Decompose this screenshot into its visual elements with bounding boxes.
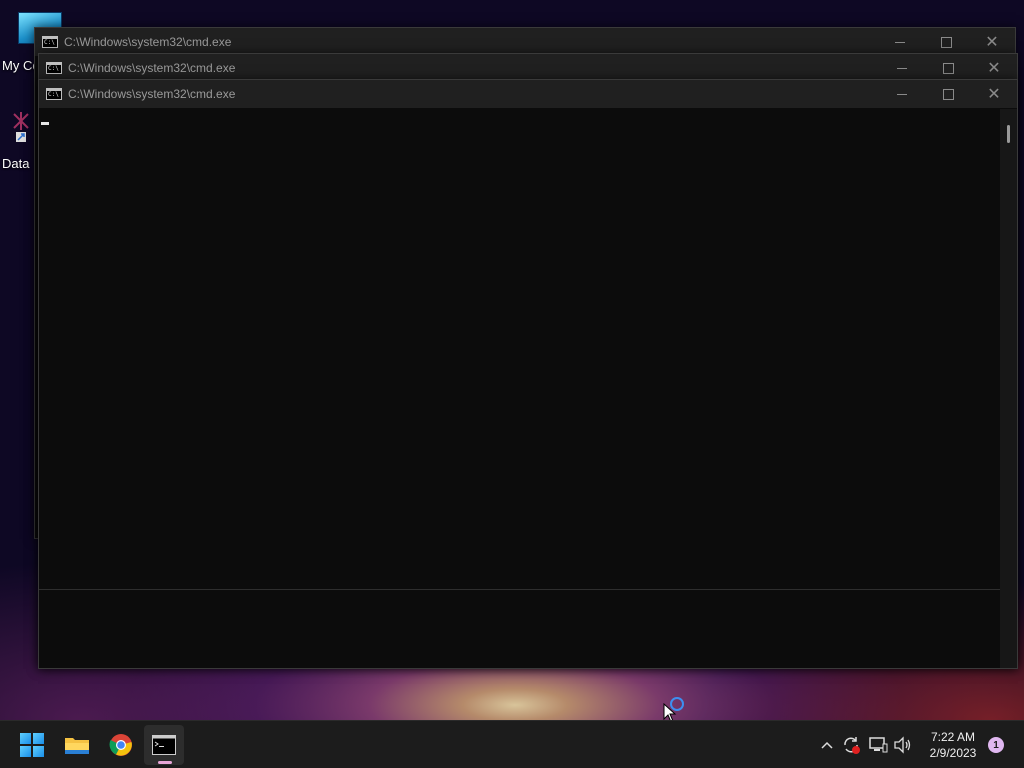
- taskbar-command-prompt[interactable]: [144, 725, 184, 765]
- close-button[interactable]: ✕: [971, 80, 1017, 108]
- start-button[interactable]: [12, 725, 52, 765]
- vertical-scrollbar[interactable]: [1000, 109, 1017, 668]
- maximize-button[interactable]: [923, 28, 969, 56]
- maximize-button[interactable]: [925, 54, 971, 82]
- command-prompt-icon: [152, 735, 176, 755]
- taskbar-file-explorer[interactable]: [57, 725, 97, 765]
- close-button[interactable]: ✕: [969, 28, 1015, 56]
- sync-status-button[interactable]: [840, 734, 862, 756]
- maximize-button[interactable]: [925, 80, 971, 108]
- maximize-icon: [940, 36, 952, 48]
- desktop-icon-label: Data: [2, 156, 30, 171]
- active-app-indicator: [158, 761, 172, 764]
- chrome-icon: [109, 734, 132, 756]
- volume-button[interactable]: [892, 734, 914, 756]
- title-bar[interactable]: C:\Windows\system32\cmd.exe ✕: [35, 28, 1015, 56]
- console-output[interactable]: [39, 109, 1000, 668]
- window-title: C:\Windows\system32\cmd.exe: [68, 87, 236, 101]
- show-hidden-icons-button[interactable]: [816, 734, 838, 756]
- taskbar-clock[interactable]: 7:22 AM 2/9/2023: [918, 729, 988, 761]
- minimize-icon: [897, 67, 907, 69]
- taskbar-chrome[interactable]: [101, 725, 141, 765]
- file-explorer-icon: [65, 738, 89, 754]
- close-icon: ✕: [987, 58, 1001, 77]
- console-divider: [39, 589, 1000, 590]
- cmd-window-front[interactable]: C:\Windows\system32\cmd.exe ✕: [38, 79, 1018, 669]
- network-icon: [869, 737, 888, 753]
- cmd-icon: [46, 88, 62, 100]
- window-title: C:\Windows\system32\cmd.exe: [64, 35, 232, 49]
- speaker-icon: [894, 736, 911, 754]
- clock-time: 7:22 AM: [930, 730, 976, 744]
- scrollbar-thumb[interactable]: [1007, 125, 1010, 143]
- title-bar[interactable]: C:\Windows\system32\cmd.exe ✕: [39, 54, 1017, 82]
- minimize-button[interactable]: [877, 28, 923, 56]
- maximize-icon: [942, 88, 954, 100]
- maximize-icon: [942, 62, 954, 74]
- notification-badge[interactable]: 1: [988, 737, 1004, 753]
- minimize-button[interactable]: [879, 80, 925, 108]
- windows-start-icon: [20, 733, 44, 757]
- network-button[interactable]: [867, 734, 889, 756]
- close-icon: ✕: [985, 32, 999, 51]
- close-button[interactable]: ✕: [971, 54, 1017, 82]
- clock-date: 2/9/2023: [929, 746, 977, 760]
- close-icon: ✕: [987, 84, 1001, 103]
- cmd-icon: [46, 62, 62, 74]
- minimize-button[interactable]: [879, 54, 925, 82]
- minimize-icon: [897, 93, 907, 95]
- chevron-up-icon: [821, 741, 833, 749]
- minimize-icon: [895, 41, 905, 43]
- taskbar: 7:22 AM 2/9/2023 1: [0, 720, 1024, 768]
- sync-icon: [844, 737, 860, 754]
- data-shortcut-icon: [13, 112, 29, 142]
- text-cursor: [41, 122, 49, 125]
- cmd-icon: [42, 36, 58, 48]
- title-bar[interactable]: C:\Windows\system32\cmd.exe ✕: [39, 80, 1017, 108]
- window-title: C:\Windows\system32\cmd.exe: [68, 61, 236, 75]
